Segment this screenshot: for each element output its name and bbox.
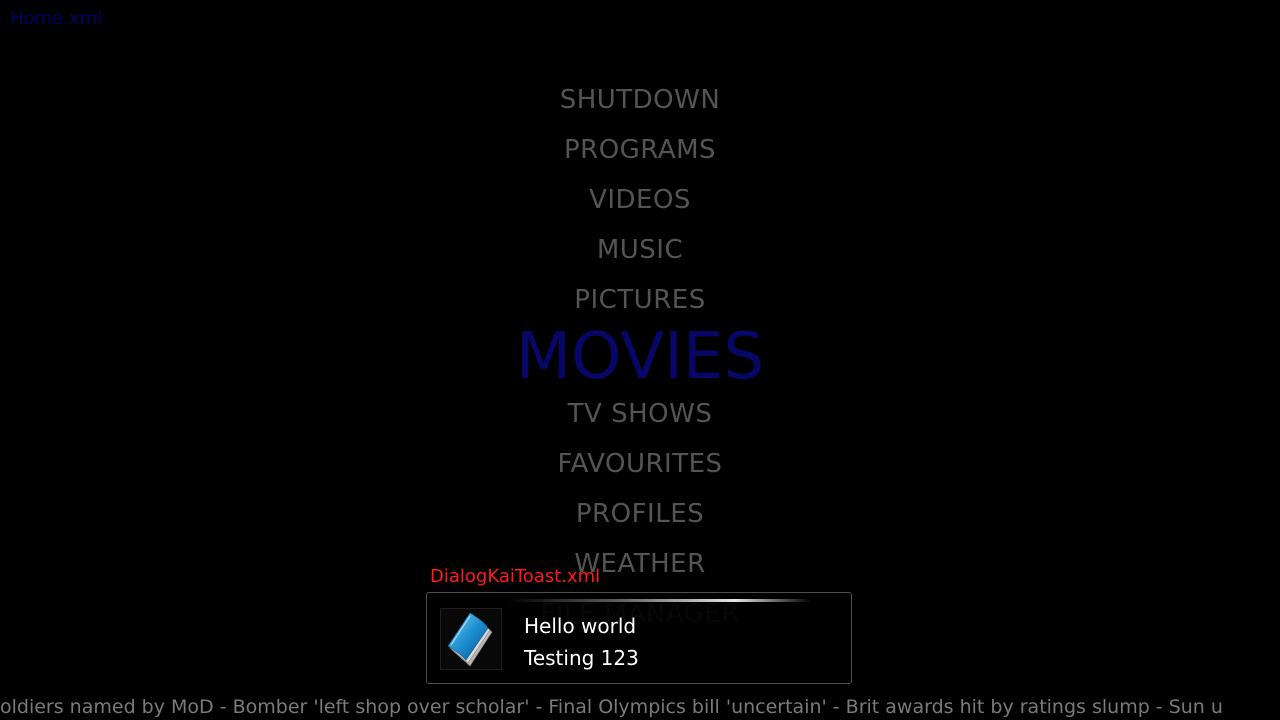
- menu-item-pictures[interactable]: PICTURES: [0, 285, 1280, 315]
- menu-item-videos[interactable]: VIDEOS: [0, 185, 1280, 215]
- menu-item-tv-shows[interactable]: TV SHOWS: [0, 399, 1280, 429]
- menu-item-programs[interactable]: PROGRAMS: [0, 135, 1280, 165]
- document-icon: [447, 612, 493, 667]
- toast-heading: Hello world: [524, 614, 637, 638]
- home-screen: Home.xml SHUTDOWN PROGRAMS VIDEOS MUSIC …: [0, 0, 1280, 720]
- toast-highlight: [507, 599, 811, 602]
- menu-item-weather[interactable]: WEATHER: [0, 549, 1280, 579]
- toast-icon: [440, 608, 502, 670]
- toast-window-label: DialogKaiToast.xml: [430, 566, 601, 587]
- menu-item-movies[interactable]: MOVIES: [0, 322, 1280, 392]
- menu-item-profiles[interactable]: PROFILES: [0, 499, 1280, 529]
- menu-item-shutdown[interactable]: SHUTDOWN: [0, 85, 1280, 115]
- window-label: Home.xml: [10, 8, 103, 29]
- menu-item-favourites[interactable]: FAVOURITES: [0, 449, 1280, 479]
- news-ticker: oldiers named by MoD - Bomber 'left shop…: [0, 696, 1223, 718]
- toast-message: Testing 123: [524, 646, 639, 670]
- menu-item-music[interactable]: MUSIC: [0, 235, 1280, 265]
- toast-notification: Hello world Testing 123: [426, 592, 852, 684]
